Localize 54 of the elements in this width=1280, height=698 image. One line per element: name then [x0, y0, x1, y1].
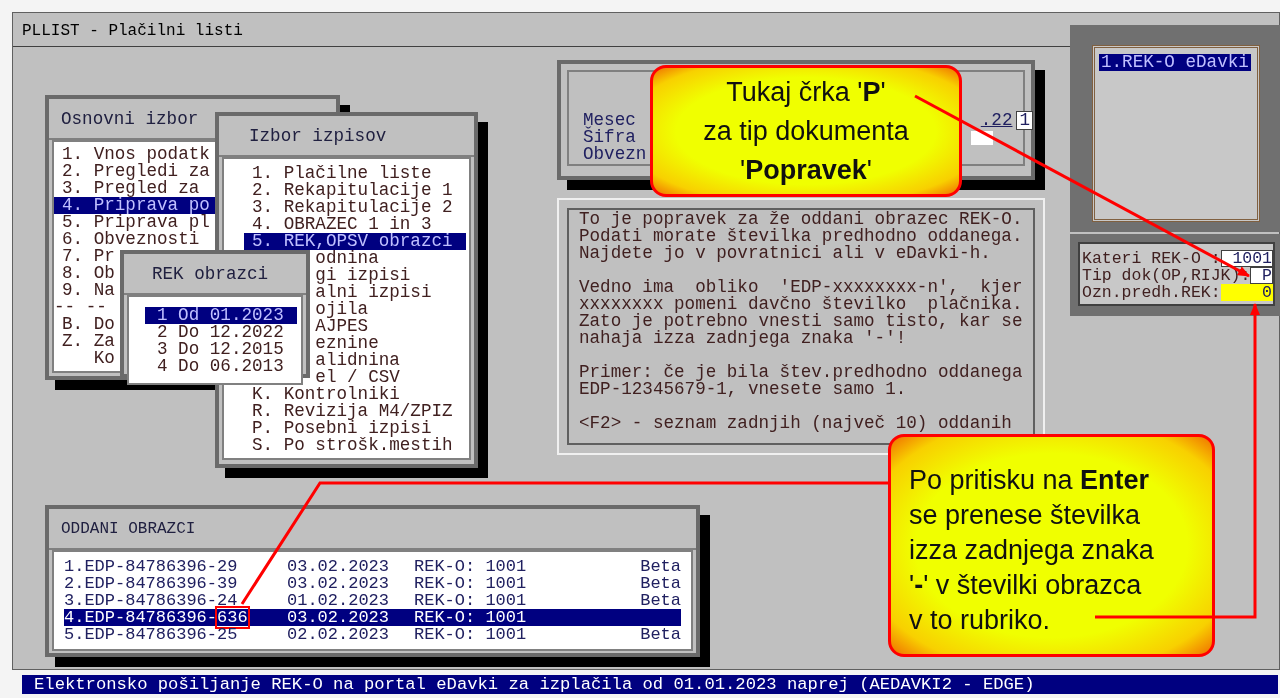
status-text: Beta — [640, 558, 681, 575]
menu-item[interactable]: 5. REK,OPSV obrazci — [244, 233, 466, 250]
field-label: Obvezn — [583, 146, 647, 163]
field-label: Tip dok(OP,RIJK): — [1082, 267, 1251, 284]
field-label: Kateri REK-O : — [1082, 250, 1221, 267]
help-paragraph: Vedno ima obliko 'EDP-xxxxxxxx-n', kjer xxxxxxxx pomeni davčno številko plačnika. Zato je potrebno vnesti samo tisto, kar se nahaja izza zadnjega znaka '-'! — [579, 279, 1024, 347]
list-item[interactable]: 1.REK-O eDavki — [1099, 54, 1251, 71]
form-number: 2.EDP-84786396-39 — [64, 575, 239, 592]
date-text: 02.02.2023 — [287, 626, 391, 643]
input-field[interactable]: 0 — [1220, 284, 1273, 301]
help-paragraph: Primer: če je bila štev.predhodno oddanega EDP-12345679-1, vnesete samo 1. — [579, 364, 1024, 398]
menu-item[interactable]: 2 Do 12.2022 — [145, 324, 297, 341]
list-row[interactable]: 2.EDP-84786396-39 03.02.2023 REK-O: 1001 Beta — [64, 575, 681, 592]
form-type: REK-O: 1001 — [414, 609, 528, 626]
list-row[interactable]: 5.EDP-84786396-25 02.02.2023 REK-O: 1001 Beta — [64, 626, 681, 643]
date-text: 01.02.2023 — [287, 592, 391, 609]
input-field[interactable]: 1 — [1016, 111, 1034, 130]
status-text: Elektronsko pošiljanje REK-O na portal eDavki za izplačila od 01.01.2023 naprej (AEDAVKI2 - EDGE) — [34, 675, 1035, 694]
list-row[interactable]: 1.EDP-84786396-29 03.02.2023 REK-O: 1001 Beta — [64, 558, 681, 575]
input-field[interactable]: 1001 — [1220, 250, 1273, 267]
form-type: REK-O: 1001 — [414, 575, 528, 592]
menu-item[interactable]: 4. OBRAZEC 1 in 3 — [244, 216, 466, 233]
help-paragraph: <F2> - seznam zadnjih (največ 10) oddanih — [579, 415, 1013, 432]
input-field[interactable]: P — [1250, 267, 1273, 284]
date-text: 03.02.2023 — [287, 575, 391, 592]
menu-item[interactable]: 4 Do 06.2013 — [145, 358, 297, 375]
list-row[interactable]: 3.EDP-84786396-24 01.02.2023 REK-O: 1001 Beta — [64, 592, 681, 609]
date-text: 03.02.2023 — [287, 609, 391, 626]
form-number: 4.EDP-84786396-636 — [64, 609, 249, 626]
form-number: 5.EDP-84786396-25 — [64, 626, 239, 643]
field-label: Ozn.predh.REK: — [1082, 284, 1221, 301]
status-text: Beta — [640, 592, 681, 609]
field-value: .22 — [980, 112, 1013, 129]
status-text: Beta — [640, 575, 681, 592]
help-paragraph: To je popravek za že oddani obrazec REK-O. Podati morate številka predhodno oddanega. Najdete jo v povratnici ali v eDavki-h. — [579, 211, 1024, 262]
window-title: PLLIST - Plačilni listi — [13, 13, 1071, 47]
menu-item[interactable]: 1. Plačilne liste — [244, 165, 466, 182]
list-row[interactable]: 4.EDP-84786396-636 03.02.2023 REK-O: 1001 — [64, 609, 681, 626]
form-number: 1.EDP-84786396-29 — [64, 558, 239, 575]
form-type: REK-O: 1001 — [414, 626, 528, 643]
status-text: Beta — [640, 626, 681, 643]
form-type: REK-O: 1001 — [414, 558, 528, 575]
menu-item[interactable]: 1 Od 01.2023 — [145, 307, 297, 324]
menu-item[interactable]: 2. Rekapitulacije 1 — [244, 182, 466, 199]
callout-text: Po pritisku na Enter se prenese številka izza zadnjega znaka '-' v številki obrazca v to rubriko. — [909, 464, 1155, 637]
form-type: REK-O: 1001 — [414, 592, 528, 609]
menu-item[interactable]: K. Kontrolniki — [244, 386, 466, 403]
menu-item[interactable]: 3 Do 12.2015 — [145, 341, 297, 358]
date-text: 03.02.2023 — [287, 558, 391, 575]
menu-item[interactable]: R. Revizija M4/ZPIZ — [244, 403, 466, 420]
menu-item[interactable]: S. Po strošk.mestih — [244, 437, 466, 454]
callout-text: Tukaj črka 'P' za tip dokumenta 'Popravek' — [703, 75, 909, 187]
menu-item[interactable]: P. Posebni izpisi — [244, 420, 466, 437]
form-number: 3.EDP-84786396-24 — [64, 592, 239, 609]
